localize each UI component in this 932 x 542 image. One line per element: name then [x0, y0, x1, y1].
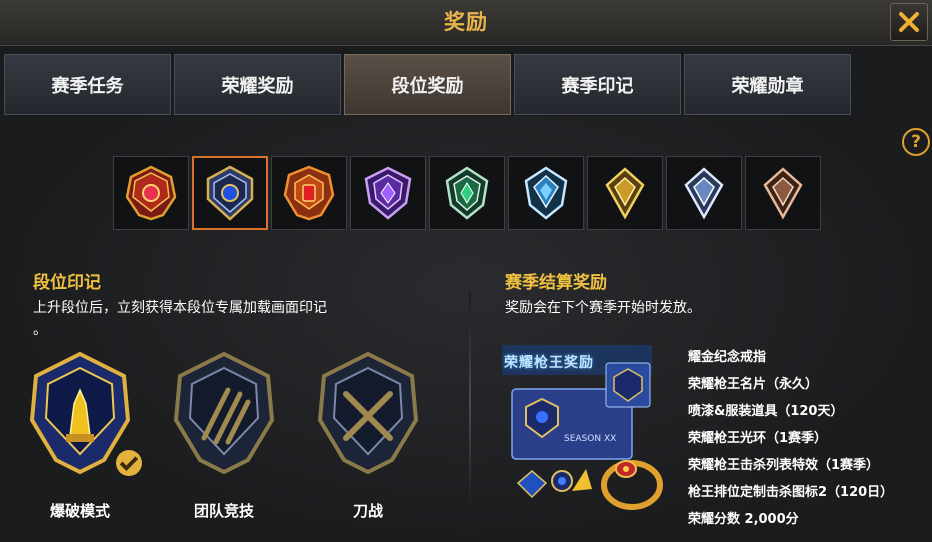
season-reward-title: 赛季结算奖励 [505, 273, 607, 293]
section-divider [469, 292, 471, 512]
rank-silver-icon [684, 167, 724, 220]
rank-mark-description-line1: 上升段位后，立刻获得本段位专属加载画面印记 [33, 300, 327, 316]
emblem-demolition[interactable]: 爆破模式 [20, 350, 142, 521]
rank-selector [113, 156, 821, 230]
reward-item: 荣耀枪王击杀列表特效（1赛季） [688, 458, 880, 473]
rank-blue-gold-icon [206, 165, 254, 221]
tab-rank-rewards[interactable]: 段位奖励 [344, 54, 511, 115]
rank-mark-title: 段位印记 [33, 273, 101, 293]
tab-glory-rewards[interactable]: 荣耀奖励 [174, 54, 341, 115]
reward-item: 荣耀枪王名片（永久） [688, 377, 819, 392]
title-bar: 奖励 [0, 0, 932, 46]
rank-tier-8[interactable] [666, 156, 742, 230]
rank-tier-2[interactable] [192, 156, 268, 230]
tab-season-tasks[interactable]: 赛季任务 [4, 54, 171, 115]
help-button[interactable]: ? [902, 128, 930, 156]
reward-item: 耀金纪念戒指 [688, 350, 767, 365]
emblem-list: 爆破模式 团队竞技 刀战 [20, 350, 428, 521]
close-button[interactable] [890, 3, 928, 41]
close-icon [899, 12, 919, 32]
rank-tier-5[interactable] [429, 156, 505, 230]
tab-season-marks[interactable]: 赛季印记 [514, 54, 681, 115]
season-text: SEASON XX [564, 434, 616, 444]
rank-mark-description-tail: 。 [33, 322, 47, 338]
emblem-label: 团队竞技 [193, 502, 254, 520]
reward-item: 荣耀枪王光环（1赛季） [688, 431, 828, 446]
reward-list: 耀金纪念戒指 荣耀枪王名片（永久） 喷漆&服装道具（120天） 荣耀枪王光环（1… [688, 347, 893, 536]
rank-tier-9[interactable] [745, 156, 821, 230]
emblem-knife-fight[interactable]: 刀战 [308, 350, 428, 521]
rank-diamond-icon [524, 166, 568, 220]
help-icon: ? [911, 132, 921, 152]
knife-fight-emblem-icon [317, 351, 419, 475]
season-reward-description: 奖励会在下个赛季开始时发放。 [505, 300, 701, 316]
rank-mark-description: 上升段位后，立刻获得本段位专属加载画面印记 。 [33, 297, 433, 341]
tab-bar: 赛季任务 荣耀奖励 段位奖励 赛季印记 荣耀勋章 [4, 54, 851, 115]
window-title: 奖励 [444, 10, 488, 34]
rank-tier-6[interactable] [508, 156, 584, 230]
unlocked-check-icon [116, 450, 142, 476]
rank-bronze-icon [763, 167, 803, 220]
emblem-label: 刀战 [352, 502, 383, 520]
rank-tier-4[interactable] [350, 156, 426, 230]
rank-tier-3[interactable] [271, 156, 347, 230]
rank-orange-icon [283, 165, 335, 221]
rank-red-icon [125, 165, 177, 221]
emblem-team-deathmatch[interactable]: 团队竞技 [164, 350, 284, 521]
rank-green-icon [445, 166, 489, 220]
rank-tier-1[interactable] [113, 156, 189, 230]
rank-tier-7[interactable] [587, 156, 663, 230]
rank-purple-icon [364, 166, 412, 220]
reward-item: 枪王排位定制击杀图标2（120日） [688, 485, 894, 500]
reward-item: 荣耀分数 2,000分 [688, 512, 799, 527]
reward-item: 喷漆&服装道具（120天） [688, 404, 844, 419]
rank-gold-icon [605, 167, 645, 220]
tab-glory-medals[interactable]: 荣耀勋章 [684, 54, 851, 115]
reward-banner-text: 荣耀枪王奖励 [504, 355, 594, 371]
team-deathmatch-emblem-icon [173, 351, 275, 475]
